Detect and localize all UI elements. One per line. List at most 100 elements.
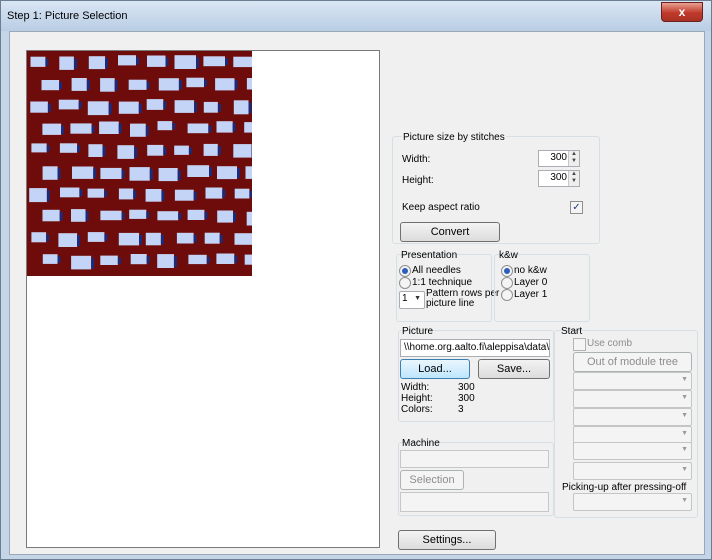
close-icon: x xyxy=(678,5,686,19)
pattern-stitch-light xyxy=(147,55,166,67)
pattern-stitch-light xyxy=(100,167,122,179)
pattern-stitch-light xyxy=(246,78,252,90)
pattern-stitch-light xyxy=(233,56,252,68)
pattern-stitch-dark xyxy=(47,103,51,112)
pattern-stitch-light xyxy=(128,79,147,90)
pattern-stitch-dark xyxy=(193,234,197,243)
start-select-5[interactable]: ▼ xyxy=(573,442,692,460)
load-button[interactable]: Load... xyxy=(400,359,470,379)
pattern-stitch-light xyxy=(176,232,194,244)
height-spinner[interactable]: 300 ▲ ▼ xyxy=(538,170,580,187)
pattern-stitch-dark xyxy=(232,123,236,132)
window-title: Step 1: Picture Selection xyxy=(7,10,128,22)
pattern-stitch-light xyxy=(71,255,92,270)
pattern-stitch-light xyxy=(186,77,204,88)
pattern-stitch-light xyxy=(216,253,235,264)
pattern-stitch-dark xyxy=(46,234,50,242)
pattern-stitch-light xyxy=(187,123,209,134)
pattern-stitch-dark xyxy=(204,79,207,87)
layer1-radio[interactable] xyxy=(501,289,513,301)
keep-aspect-label: Keep aspect ratio xyxy=(402,202,480,213)
pattern-stitch-light xyxy=(157,121,173,131)
use-comb-label: Use comb xyxy=(587,338,633,349)
start-select-6[interactable]: ▼ xyxy=(573,462,692,480)
pattern-stitch-light xyxy=(99,121,119,134)
save-button[interactable]: Save... xyxy=(478,359,550,379)
pattern-stitch-light xyxy=(147,144,164,156)
all-needles-radio[interactable] xyxy=(399,265,411,277)
pattern-stitch-dark xyxy=(194,102,198,112)
pattern-stitch-dark xyxy=(105,58,108,69)
spinner-arrows-icon[interactable]: ▲ ▼ xyxy=(568,151,579,166)
pattern-stitch-light xyxy=(117,145,135,159)
start-select-3[interactable]: ▼ xyxy=(573,408,692,426)
pattern-stitch-dark xyxy=(193,191,197,200)
pattern-stitch-dark xyxy=(74,58,77,69)
pattern-stitch-light xyxy=(217,210,233,223)
pattern-stitch-light xyxy=(174,189,194,201)
start-select-2[interactable]: ▼ xyxy=(573,390,692,408)
use-comb-checkbox[interactable] xyxy=(573,338,586,351)
picking-up-select[interactable]: ▼ xyxy=(573,493,692,511)
pattern-stitch-dark xyxy=(139,234,143,245)
pattern-stitch-dark xyxy=(102,146,106,156)
pattern-stitch-dark xyxy=(204,211,208,219)
out-of-module-tree-button[interactable]: Out of module tree xyxy=(573,352,692,372)
pattern-stitch-dark xyxy=(217,145,221,155)
pattern-stitch-dark xyxy=(188,147,192,154)
pattern-stitch-dark xyxy=(57,256,61,263)
all-needles-label: All needles xyxy=(412,265,461,276)
picture-path-field[interactable]: \\home.org.aalto.fi\aleppisa\data\Deskt xyxy=(400,339,550,357)
pattern-stitch-light xyxy=(31,143,47,153)
chevron-down-icon: ▼ xyxy=(681,376,688,383)
pattern-stitch-light xyxy=(215,78,235,91)
pattern-stitch-dark xyxy=(77,145,81,152)
width-spinner-value: 300 xyxy=(550,152,567,163)
pattern-stitch-light xyxy=(244,122,252,133)
pattern-stitch-light xyxy=(203,143,218,156)
pattern-stitch-light xyxy=(187,209,205,220)
settings-button[interactable]: Settings... xyxy=(398,530,496,550)
pattern-stitch-light xyxy=(129,167,150,181)
pattern-stitch-light xyxy=(72,166,94,179)
pattern-stitch-light xyxy=(118,232,140,246)
keep-aspect-checkbox[interactable]: ✓ xyxy=(570,201,583,214)
pattern-stitch-light xyxy=(42,254,58,264)
no-kw-radio[interactable] xyxy=(501,265,513,277)
pattern-stitch-light xyxy=(233,144,252,158)
pattern-stitch-light xyxy=(71,209,86,222)
machine-field[interactable] xyxy=(400,450,549,468)
pattern-stitch-light xyxy=(30,56,46,67)
layer0-radio[interactable] xyxy=(501,277,513,289)
start-group-label: Start xyxy=(561,326,583,337)
selection-button[interactable]: Selection xyxy=(400,470,464,490)
pattern-stitch-dark xyxy=(172,123,176,130)
pattern-stitch-dark xyxy=(77,235,81,246)
width-spinner[interactable]: 300 ▲ ▼ xyxy=(538,150,580,167)
chevron-down-icon: ▼ xyxy=(681,430,688,437)
start-select-1[interactable]: ▼ xyxy=(573,372,692,390)
pattern-stitch-dark xyxy=(234,80,238,90)
pattern-stitch-dark xyxy=(59,211,63,221)
convert-button[interactable]: Convert xyxy=(400,222,500,242)
pattern-stitch-dark xyxy=(248,102,252,114)
pattern-stitch-light xyxy=(42,209,60,222)
pattern-rows-label: Pattern rows per picture line xyxy=(426,289,499,309)
dialog-window: Step 1: Picture Selection x Picture size… xyxy=(0,0,712,560)
pattern-stitch-dark xyxy=(145,125,149,136)
close-button[interactable]: x xyxy=(661,2,703,22)
pattern-stitch-dark xyxy=(78,101,82,109)
pattern-stitch-dark xyxy=(46,145,50,152)
pattern-stitch-light xyxy=(158,78,179,91)
pattern-stitch-dark xyxy=(177,170,181,181)
pattern-rows-select[interactable]: 1 ▼ xyxy=(399,291,425,309)
pattern-stitch-light xyxy=(70,123,92,134)
one-to-one-radio[interactable] xyxy=(399,277,411,289)
spinner-arrows-icon[interactable]: ▲ ▼ xyxy=(568,171,579,186)
pattern-stitch-light xyxy=(59,143,78,153)
pattern-stitch-light xyxy=(246,211,252,226)
pattern-stitch-dark xyxy=(138,103,142,113)
pattern-stitch-light xyxy=(118,188,134,200)
chevron-down-icon: ▼ xyxy=(414,295,421,302)
pattern-stitch-dark xyxy=(209,167,213,176)
